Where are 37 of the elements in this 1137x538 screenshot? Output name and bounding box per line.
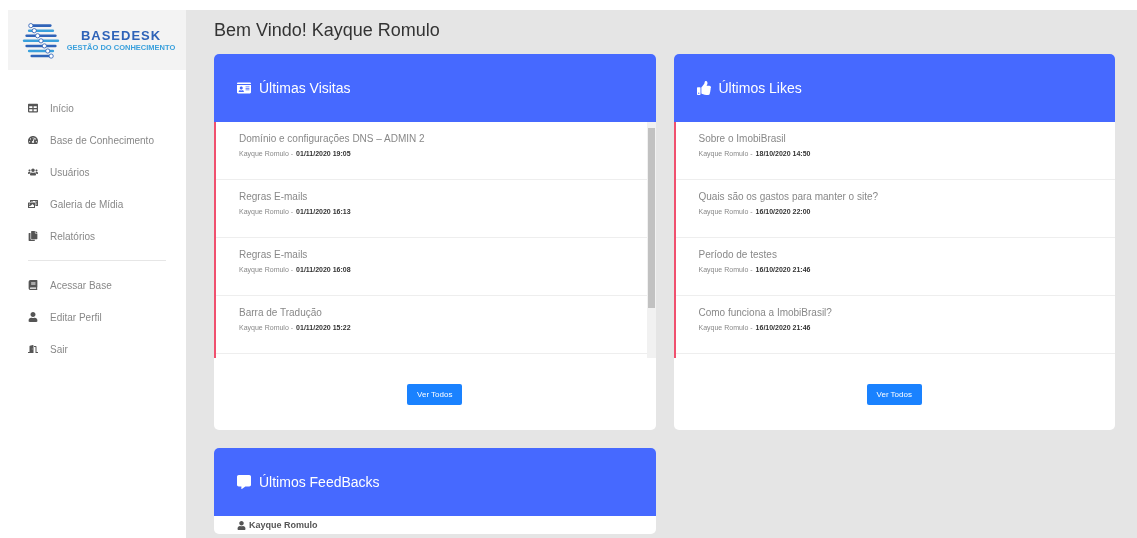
- sidebar-item[interactable]: Editar Perfil: [28, 301, 166, 333]
- card-title: Últimas Visitas: [259, 80, 351, 96]
- sidebar-item[interactable]: Galeria de Mídia: [28, 188, 166, 220]
- view-all-button[interactable]: Ver Todos: [407, 383, 463, 405]
- thumbs-up-icon: [696, 81, 711, 95]
- sidebar-item[interactable]: Acessar Base: [28, 269, 166, 301]
- image-icon: [28, 199, 38, 209]
- greeting-title: Bem Vindo! Kayque Romulo: [214, 20, 441, 41]
- comment-icon: [237, 475, 251, 489]
- item-title: Regras E-mails: [239, 191, 309, 202]
- id-card-icon: [237, 81, 251, 95]
- sidebar-item[interactable]: Início: [28, 92, 166, 124]
- card-title: Últimos FeedBacks: [259, 474, 380, 490]
- view-all-button[interactable]: Ver Todos: [866, 383, 922, 405]
- item-title: Sobre o ImobiBrasil: [698, 133, 787, 144]
- item-title: Regras E-mails: [239, 249, 309, 260]
- sidebar-item[interactable]: Sair: [28, 333, 166, 365]
- door-icon: [28, 344, 38, 354]
- book-icon: [28, 280, 38, 290]
- user-icon: [237, 520, 246, 530]
- users-icon: [28, 167, 38, 177]
- item-title: Domínio e configurações DNS – ADMIN 2: [239, 133, 426, 144]
- sidebar-item[interactable]: Relatórios: [28, 220, 166, 252]
- user-icon: [28, 312, 38, 322]
- table-icon: [28, 103, 38, 113]
- item-title: Período de testes: [698, 249, 778, 260]
- feedback-author: Kayque Romulo: [249, 520, 318, 530]
- scrollbar[interactable]: [646, 122, 656, 358]
- item-title: Barra de Tradução: [239, 307, 323, 318]
- card-title: Últimos Likes: [718, 80, 802, 96]
- gauge-icon: [28, 135, 38, 145]
- item-title: Como funciona a ImobiBrasil?: [698, 307, 833, 318]
- item-title: Quais são os gastos para manter o site?: [698, 191, 880, 202]
- documents-icon: [28, 231, 38, 241]
- logo-name: BASEDESK: [80, 28, 162, 43]
- sidebar-item[interactable]: Base de Conhecimento: [28, 124, 166, 156]
- sidebar-item[interactable]: Usuários: [28, 156, 166, 188]
